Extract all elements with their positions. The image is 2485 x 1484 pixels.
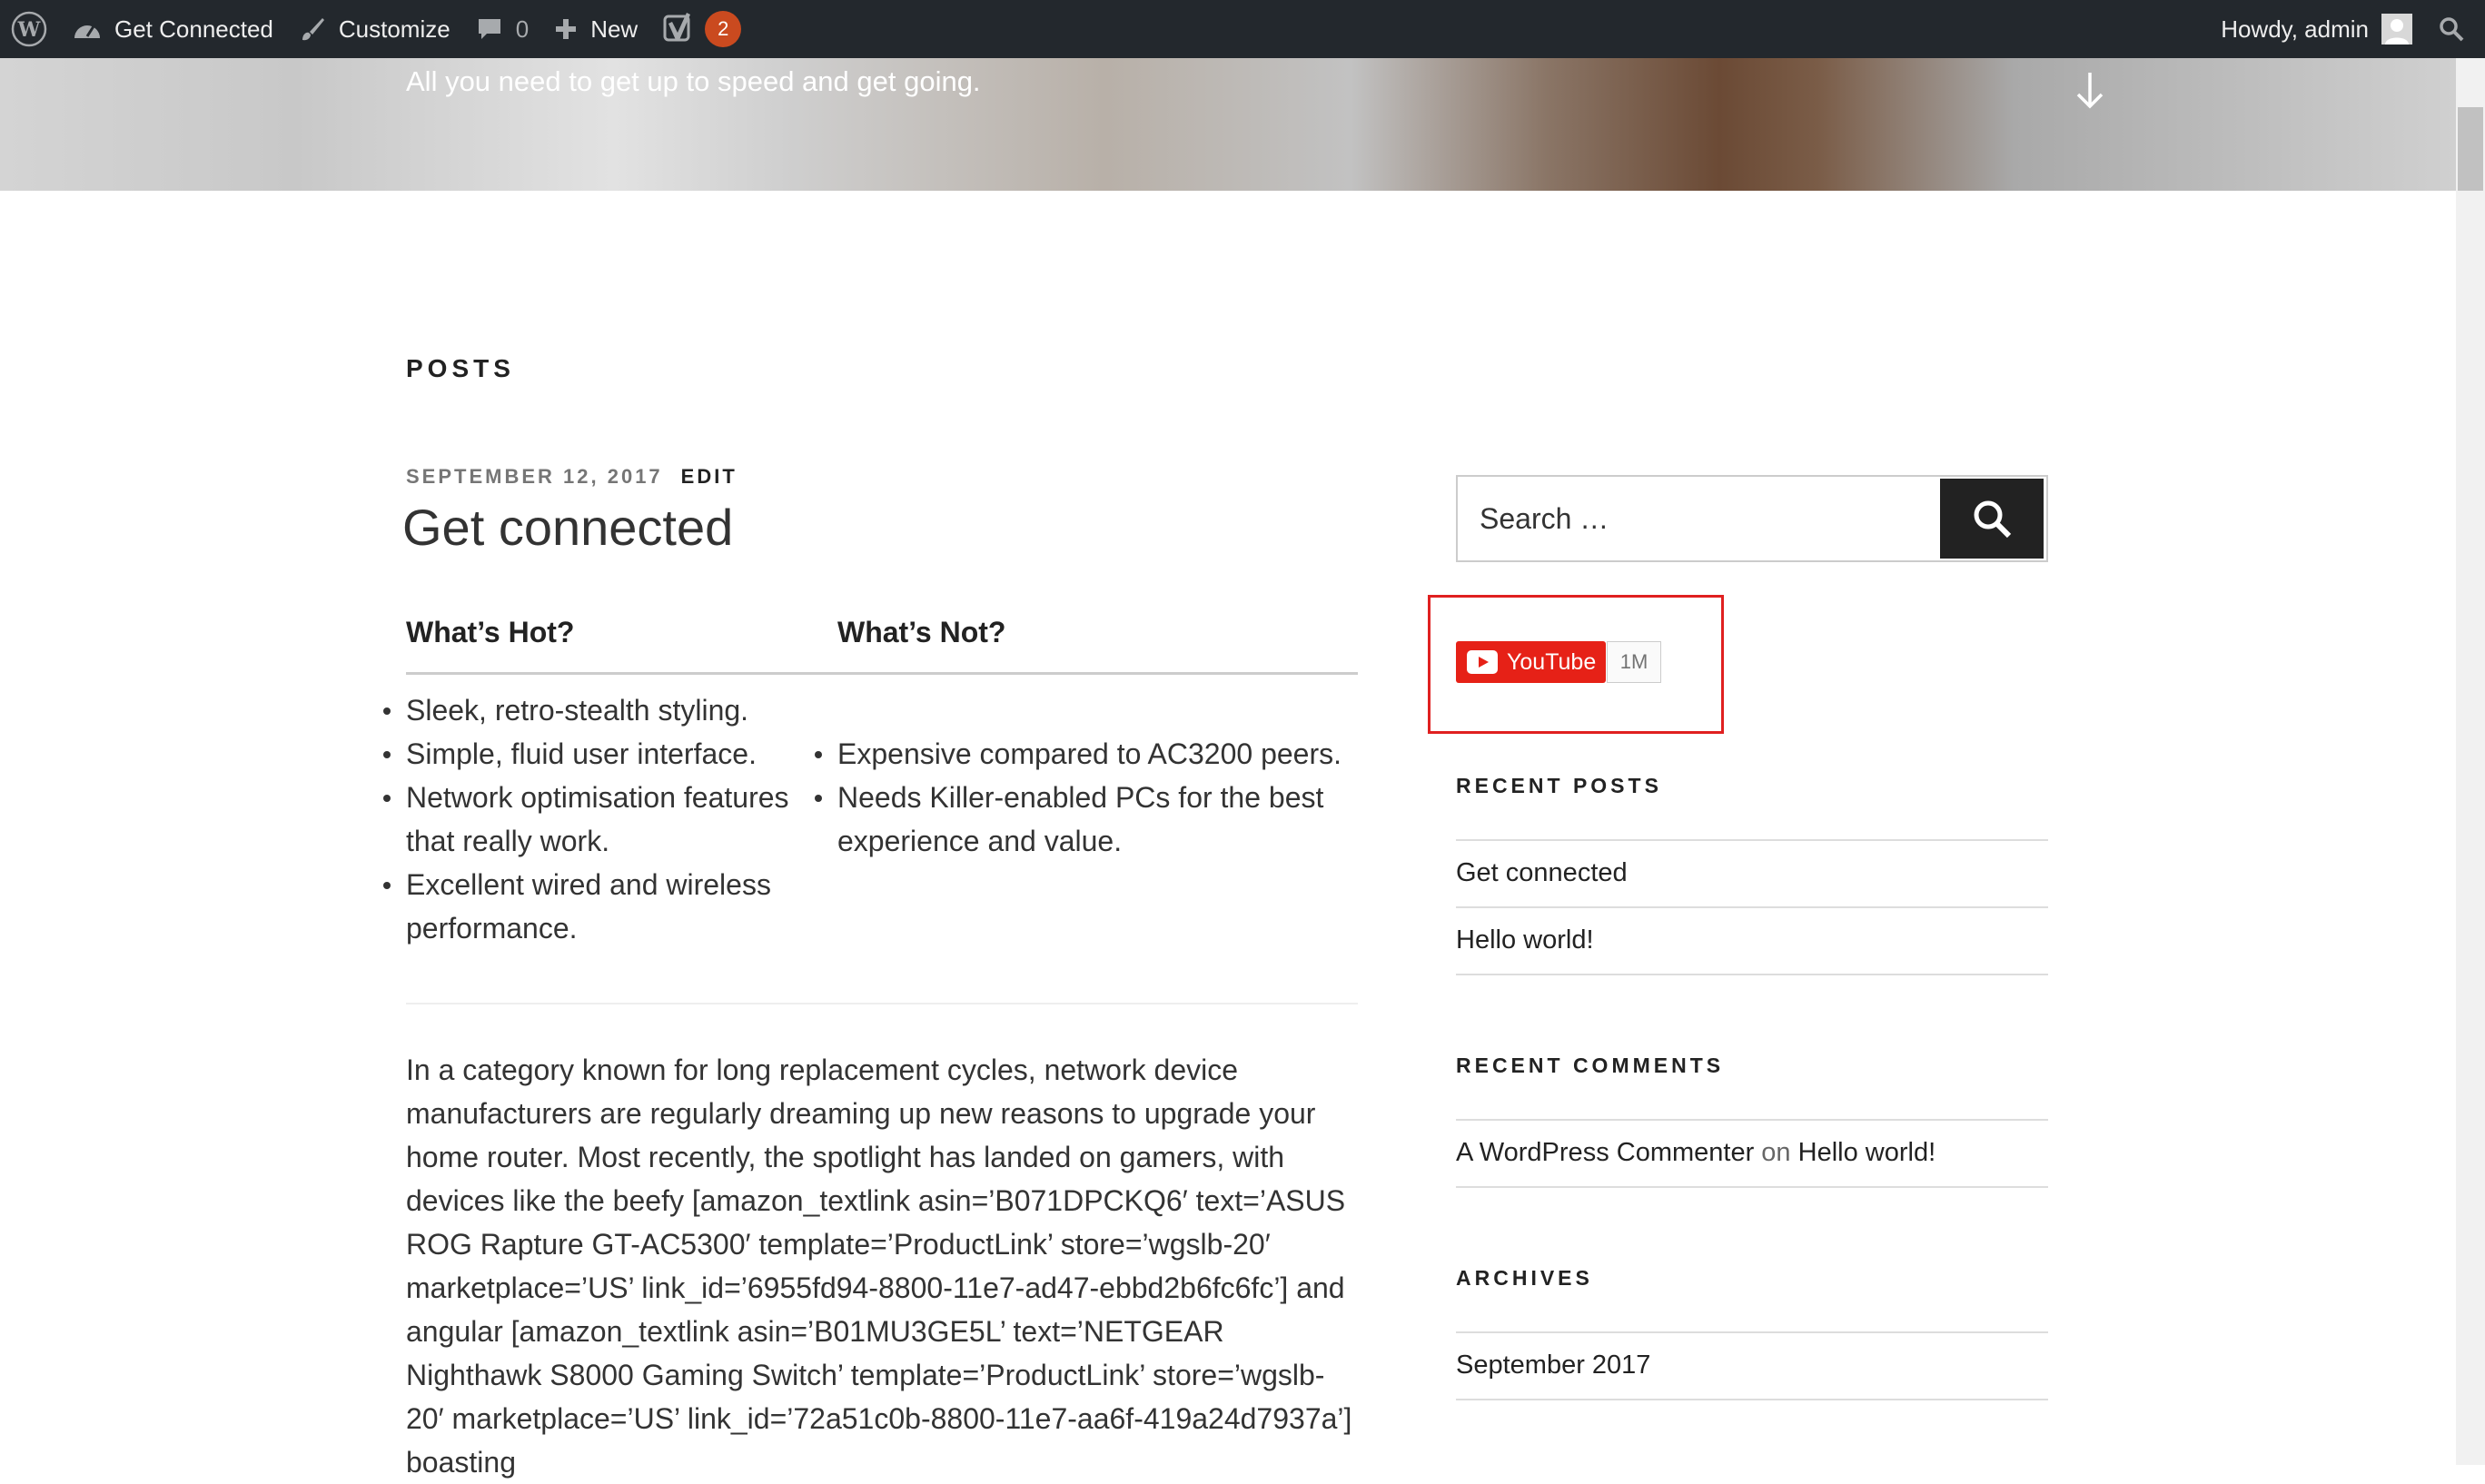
site-name-label: Get Connected: [114, 15, 273, 43]
yoast-icon: [663, 13, 691, 42]
comment-bubble-icon: [478, 19, 500, 39]
search-placeholder: Search …: [1480, 502, 1609, 535]
comment-post-link[interactable]: Hello world!: [1798, 1138, 1936, 1167]
post-body-text: In a category known for long replacement…: [406, 1054, 1352, 1479]
admin-bar: W Get Connected Customize 0 New 2 Howdy,…: [0, 0, 2485, 58]
new-label: New: [590, 15, 639, 43]
avatar: [2381, 14, 2412, 45]
arrow-down-icon: [2076, 73, 2104, 109]
youtube-play-icon: [1467, 650, 1498, 674]
header-hero-image: All you need to get up to speed and get …: [0, 58, 2456, 191]
yoast-notification-badge: 2: [705, 11, 742, 47]
list-item: Network optimisation features that reall…: [383, 776, 806, 863]
scroll-down-button[interactable]: [2073, 69, 2107, 115]
archives-title: ARCHIVES: [1456, 1266, 1593, 1290]
sidebar-search-button[interactable]: [1940, 479, 2044, 559]
adminbar-search-button[interactable]: [2425, 0, 2485, 58]
archive-link[interactable]: September 2017: [1456, 1350, 1650, 1380]
brush-icon: [302, 18, 324, 41]
dashboard-icon: [74, 25, 100, 38]
comment-on-label: on: [1761, 1138, 1791, 1167]
comments-count: 0: [515, 15, 530, 43]
svg-text:W: W: [17, 18, 41, 42]
widget-rule: [1456, 974, 2048, 975]
user-silhouette-icon: [2381, 14, 2412, 45]
recent-comments-title: RECENT COMMENTS: [1456, 1054, 1725, 1077]
widget-rule: [1456, 1186, 2048, 1188]
comments-menu[interactable]: 0: [463, 0, 541, 58]
youtube-subscriber-count: 1M: [1607, 641, 1661, 683]
customize-menu[interactable]: Customize: [286, 0, 463, 58]
whats-not-list: Expensive compared to AC3200 peers. Need…: [815, 732, 1355, 863]
widget-rule: [1456, 906, 2048, 908]
list-item: Expensive compared to AC3200 peers.: [815, 732, 1355, 776]
howdy-label: Howdy, admin: [2221, 15, 2369, 43]
recent-post-link[interactable]: Get connected: [1456, 858, 1628, 888]
post-title-link[interactable]: Get connected: [402, 498, 733, 557]
yoast-seo-menu[interactable]: 2: [650, 0, 754, 58]
recent-comment-item: A WordPress Commenter on Hello world!: [1456, 1138, 1936, 1168]
post-divider: [406, 1003, 1358, 1004]
search-icon: [2440, 17, 2464, 42]
list-item: Simple, fluid user interface.: [383, 732, 806, 776]
recent-post-link[interactable]: Hello world!: [1456, 925, 1594, 955]
page-title: POSTS: [406, 354, 515, 382]
comment-author-link[interactable]: A WordPress Commenter: [1456, 1138, 1754, 1167]
post-date-link[interactable]: SEPTEMBER 12, 2017: [406, 465, 663, 488]
whats-not-heading: What’s Not?: [837, 616, 1006, 648]
youtube-label: YouTube: [1507, 648, 1597, 675]
whats-hot-heading: What’s Hot?: [406, 616, 575, 648]
table-header-rule: [406, 672, 1358, 675]
edit-post-link[interactable]: EDIT: [681, 465, 738, 488]
list-item: Excellent wired and wireless performance…: [383, 863, 806, 950]
page-scrollbar-track[interactable]: [2456, 58, 2485, 1465]
post-meta: SEPTEMBER 12, 2017 EDIT: [406, 465, 738, 489]
list-item: Sleek, retro-stealth styling.: [383, 688, 806, 732]
wordpress-icon: W: [11, 11, 47, 47]
widget-rule: [1456, 1399, 2048, 1400]
customize-label: Customize: [338, 15, 450, 43]
plus-icon: [556, 19, 577, 39]
my-account-menu[interactable]: Howdy, admin: [2208, 0, 2425, 58]
youtube-subscribe-button[interactable]: YouTube: [1456, 641, 1606, 683]
widget-rule: [1456, 1119, 2048, 1121]
list-item: Needs Killer-enabled PCs for the best ex…: [815, 776, 1355, 863]
whats-hot-list: Sleek, retro-stealth styling. Simple, fl…: [383, 688, 806, 950]
widget-rule: [1456, 839, 2048, 841]
site-name-menu[interactable]: Get Connected: [60, 0, 286, 58]
new-content-menu[interactable]: New: [541, 0, 650, 58]
site-tagline: All you need to get up to speed and get …: [406, 65, 981, 97]
widget-rule: [1456, 1331, 2048, 1333]
wordpress-logo-menu[interactable]: W: [0, 0, 60, 58]
search-icon: [1974, 500, 2012, 539]
recent-posts-title: RECENT POSTS: [1456, 774, 1662, 797]
page-scrollbar-thumb[interactable]: [2458, 107, 2483, 191]
